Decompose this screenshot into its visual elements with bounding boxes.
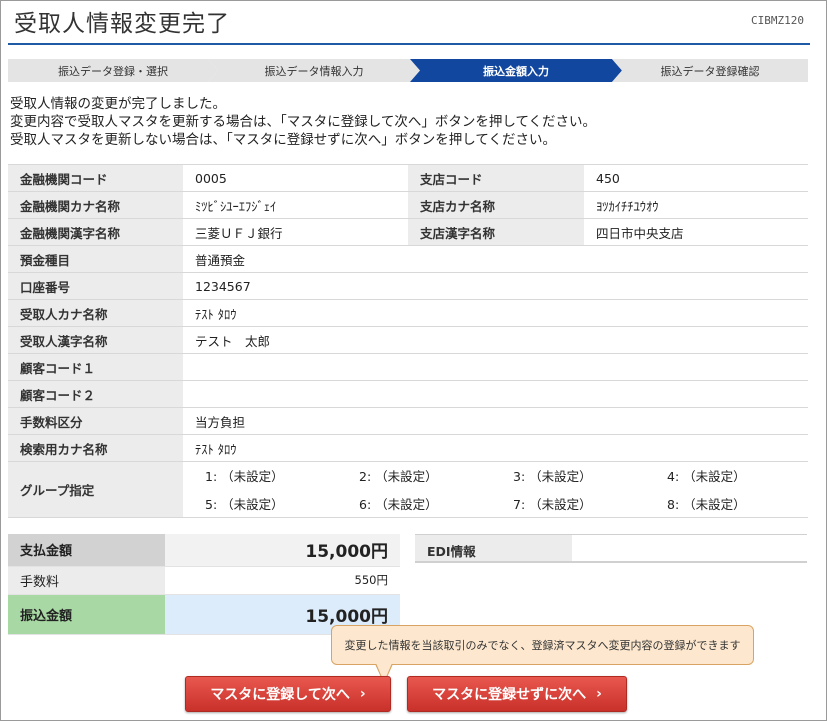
page-frame: 受取人情報変更完了 CIBMZ120 振込データ登録・選択 振込データ情報入力 …: [0, 0, 827, 721]
payee-kana-label: 受取人カナ名称: [8, 299, 183, 327]
step-3-active: 振込金額入力: [410, 59, 622, 82]
group-item: 5: （未設定）: [205, 497, 284, 512]
table-row: 金融機関カナ名称 ﾐﾂﾋﾞｼﾕｰｴﾌｼﾞｪｲ 支店カナ名称 ﾖﾂｶｲﾁﾁﾕｳｵｳ: [8, 191, 808, 219]
account-no-label: 口座番号: [8, 272, 183, 300]
customer-code2-value: [183, 380, 808, 408]
edi-value: [572, 535, 807, 561]
payee-kanji-value: テスト 太郎: [183, 326, 808, 354]
transfer-amount-label: 振込金額: [8, 594, 165, 635]
no-register-next-label: マスタに登録せずに次へ: [432, 687, 587, 703]
bank-kana-label: 金融機関カナ名称: [8, 191, 183, 219]
account-no-value: 1234567: [183, 272, 808, 300]
customer-code2-label: 顧客コード２: [8, 380, 183, 408]
table-row: 金融機関漢字名称 三菱ＵＦＪ銀行 支店漢字名称 四日市中央支店: [8, 218, 808, 246]
edi-label: EDI情報: [415, 535, 572, 561]
customer-code1-value: [183, 353, 808, 381]
deposit-type-label: 預金種目: [8, 245, 183, 273]
branch-kana-value: ﾖﾂｶｲﾁﾁﾕｳｵｳ: [584, 191, 808, 219]
search-kana-value: ﾃｽﾄ ﾀﾛｳ: [183, 434, 808, 462]
page-title: 受取人情報変更完了: [14, 11, 230, 37]
message-line-1: 受取人情報の変更が完了しました。: [10, 96, 226, 112]
chevron-right-icon: ›: [596, 686, 602, 702]
payee-info-table: 金融機関コード 0005 支店コード 450 金融機関カナ名称 ﾐﾂﾋﾞｼﾕｰｴ…: [8, 164, 808, 518]
fee-label: 手数料: [8, 566, 165, 595]
table-row: 口座番号 1234567: [8, 272, 808, 300]
group-item: 7: （未設定）: [513, 497, 592, 512]
callout-tooltip: 変更した情報を当該取引のみでなく、登録済マスタへ変更内容の登録ができます: [331, 625, 754, 665]
group-item: 1: （未設定）: [205, 469, 284, 484]
bank-kanji-label: 金融機関漢字名称: [8, 218, 183, 246]
no-register-next-button[interactable]: マスタに登録せずに次へ ›: [407, 676, 627, 712]
step-4: 振込データ登録確認: [612, 59, 808, 82]
amount-table: 支払金額 15,000円 手数料 550円 振込金額 15,000円: [8, 534, 400, 635]
table-row: 顧客コード１: [8, 353, 808, 381]
bank-code-value: 0005: [183, 164, 408, 192]
group-label: グループ指定: [8, 461, 183, 518]
customer-code1-label: 顧客コード１: [8, 353, 183, 381]
completion-messages: 受取人情報の変更が完了しました。 変更内容で受取人マスタを更新する場合は、「マス…: [10, 95, 596, 149]
bank-code-label: 金融機関コード: [8, 164, 183, 192]
branch-kanji-label: 支店漢字名称: [408, 218, 584, 246]
table-row: 顧客コード２: [8, 380, 808, 408]
payee-kanji-label: 受取人漢字名称: [8, 326, 183, 354]
fee-type-label: 手数料区分: [8, 407, 183, 435]
screen-id: CIBMZ120: [751, 14, 804, 27]
fee-type-value: 当方負担: [183, 407, 808, 435]
table-row: 受取人カナ名称 ﾃｽﾄ ﾀﾛｳ: [8, 299, 808, 327]
fee-value: 550円: [165, 566, 400, 595]
search-kana-label: 検索用カナ名称: [8, 434, 183, 462]
table-row: グループ指定 1: （未設定） 2: （未設定） 3: （未設定） 4: （未設…: [8, 461, 808, 518]
table-row: 受取人漢字名称 テスト 太郎: [8, 326, 808, 354]
branch-kanji-value: 四日市中央支店: [584, 218, 808, 246]
step-2: 振込データ情報入力: [208, 59, 420, 82]
payment-amount-label: 支払金額: [8, 534, 165, 567]
table-row: 預金種目 普通預金: [8, 245, 808, 273]
group-item: 3: （未設定）: [513, 469, 592, 484]
branch-kana-label: 支店カナ名称: [408, 191, 584, 219]
bank-kanji-value: 三菱ＵＦＪ銀行: [183, 218, 408, 246]
message-line-2: 変更内容で受取人マスタを更新する場合は、「マスタに登録して次へ」ボタンを押してく…: [10, 114, 597, 130]
chevron-right-icon: ›: [359, 686, 366, 702]
table-row: 金融機関コード 0005 支店コード 450: [8, 164, 808, 192]
table-row: 検索用カナ名称 ﾃｽﾄ ﾀﾛｳ: [8, 434, 808, 462]
bank-kana-value: ﾐﾂﾋﾞｼﾕｰｴﾌｼﾞｪｲ: [183, 191, 408, 219]
group-item: 4: （未設定）: [667, 469, 746, 484]
payee-kana-value: ﾃｽﾄ ﾀﾛｳ: [183, 299, 808, 327]
table-row: 手数料 550円: [8, 566, 400, 595]
group-item: 8: （未設定）: [667, 497, 746, 512]
table-row: 支払金額 15,000円: [8, 534, 400, 567]
step-1: 振込データ登録・選択: [8, 59, 218, 82]
payment-amount-value: 15,000円: [165, 534, 400, 567]
deposit-type-value: 普通預金: [183, 245, 808, 273]
page-header: 受取人情報変更完了 CIBMZ120: [8, 1, 810, 45]
group-item: 2: （未設定）: [359, 469, 438, 484]
register-master-next-label: マスタに登録して次へ: [210, 687, 350, 703]
group-item: 6: （未設定）: [359, 497, 438, 512]
edi-info: EDI情報: [415, 534, 807, 563]
branch-code-label: 支店コード: [408, 164, 584, 192]
message-line-3: 受取人マスタを更新しない場合は、「マスタに登録せずに次へ」ボタンを押してください…: [10, 132, 556, 148]
group-value: 1: （未設定） 2: （未設定） 3: （未設定） 4: （未設定） 5: （…: [183, 461, 808, 518]
step-progress-bar: 振込データ登録・選択 振込データ情報入力 振込金額入力 振込データ登録確認: [8, 59, 808, 82]
register-master-next-button[interactable]: マスタに登録して次へ ›: [185, 676, 391, 712]
table-row: 手数料区分 当方負担: [8, 407, 808, 435]
group-grid: 1: （未設定） 2: （未設定） 3: （未設定） 4: （未設定） 5: （…: [183, 462, 808, 517]
branch-code-value: 450: [584, 164, 808, 192]
